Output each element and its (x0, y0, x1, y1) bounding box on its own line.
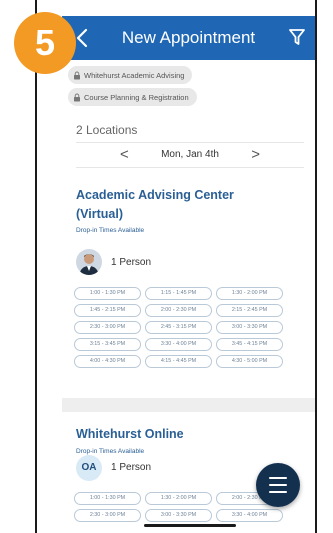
time-slot-button[interactable]: 3:30 - 4:00 PM (145, 338, 212, 351)
lock-icon (74, 93, 80, 101)
avatar: OA (76, 455, 102, 481)
time-slot-button[interactable]: 2:30 - 3:00 PM (74, 321, 141, 334)
time-slot-button[interactable]: 2:15 - 2:45 PM (216, 304, 283, 317)
avatar (76, 249, 102, 275)
menu-icon (269, 484, 287, 486)
time-slot-button[interactable]: 1:45 - 2:15 PM (74, 304, 141, 317)
location-title[interactable]: Academic Advising Center (Virtual) (76, 186, 266, 224)
page-title: New Appointment (121, 28, 256, 47)
filter-button[interactable] (289, 28, 307, 48)
menu-icon (269, 491, 287, 493)
location-subtitle: Drop-in Times Available (76, 448, 145, 455)
time-slot-button[interactable]: 1:15 - 1:45 PM (145, 287, 212, 300)
time-slot-button[interactable]: 3:15 - 3:45 PM (74, 338, 141, 351)
chip-label: Course Planning & Registration (84, 92, 189, 102)
time-slot-grid: 1:00 - 1:30 PM 1:15 - 1:45 PM 1:30 - 2:00 … (74, 287, 304, 368)
date-selector: < Mon, Jan 4th > (76, 142, 304, 168)
time-slot-button[interactable]: 4:30 - 5:00 PM (216, 355, 283, 368)
filter-chip[interactable]: Whitehurst Academic Advising (68, 66, 193, 84)
time-slot-button[interactable]: 3:00 - 3:30 PM (145, 509, 212, 522)
location-title[interactable]: Whitehurst Online (76, 425, 184, 444)
chip-label: Whitehurst Academic Advising (84, 70, 185, 80)
person-count: 1 Person (111, 462, 152, 473)
phone-screen: New Appointment Whitehurst Academic Advi… (62, 16, 315, 533)
menu-button[interactable] (256, 463, 300, 507)
locations-count: 2 Locations (76, 123, 138, 137)
time-slot-button[interactable]: 3:00 - 3:30 PM (216, 321, 283, 334)
advisor-photo-icon (76, 249, 102, 275)
time-slot-button[interactable]: 2:00 - 2:30 PM (145, 304, 212, 317)
date-label: Mon, Jan 4th (161, 149, 219, 160)
selected-filters: Whitehurst Academic Advising Course Plan… (68, 66, 308, 110)
filter-chip[interactable]: Course Planning & Registration (68, 88, 197, 106)
person-count: 1 Person (111, 257, 152, 268)
section-divider (62, 398, 315, 412)
time-slot-button[interactable]: 1:00 - 1:30 PM (74, 287, 141, 300)
time-slot-button[interactable]: 3:45 - 4:15 PM (216, 338, 283, 351)
time-slot-button[interactable]: 2:30 - 3:00 PM (74, 509, 141, 522)
time-slot-button[interactable]: 1:30 - 2:00 PM (216, 287, 283, 300)
location-subtitle: Drop-in Times Available (76, 227, 145, 234)
step-number-badge: 5 (14, 12, 76, 74)
home-indicator (144, 524, 236, 527)
device-frame-right (315, 0, 317, 533)
time-slot-button[interactable]: 4:15 - 4:45 PM (145, 355, 212, 368)
device-frame-left (35, 0, 37, 533)
time-slot-button[interactable]: 4:00 - 4:30 PM (74, 355, 141, 368)
filter-icon (289, 29, 305, 45)
menu-icon (269, 477, 287, 479)
time-slot-button[interactable]: 2:45 - 3:15 PM (145, 321, 212, 334)
time-slot-button[interactable]: 1:00 - 1:30 PM (74, 492, 141, 505)
time-slot-button[interactable]: 1:30 - 2:00 PM (145, 492, 212, 505)
next-day-button[interactable]: > (251, 146, 260, 163)
app-header: New Appointment (62, 16, 315, 60)
time-slot-button[interactable]: 3:30 - 4:00 PM (216, 509, 283, 522)
lock-icon (74, 71, 80, 79)
